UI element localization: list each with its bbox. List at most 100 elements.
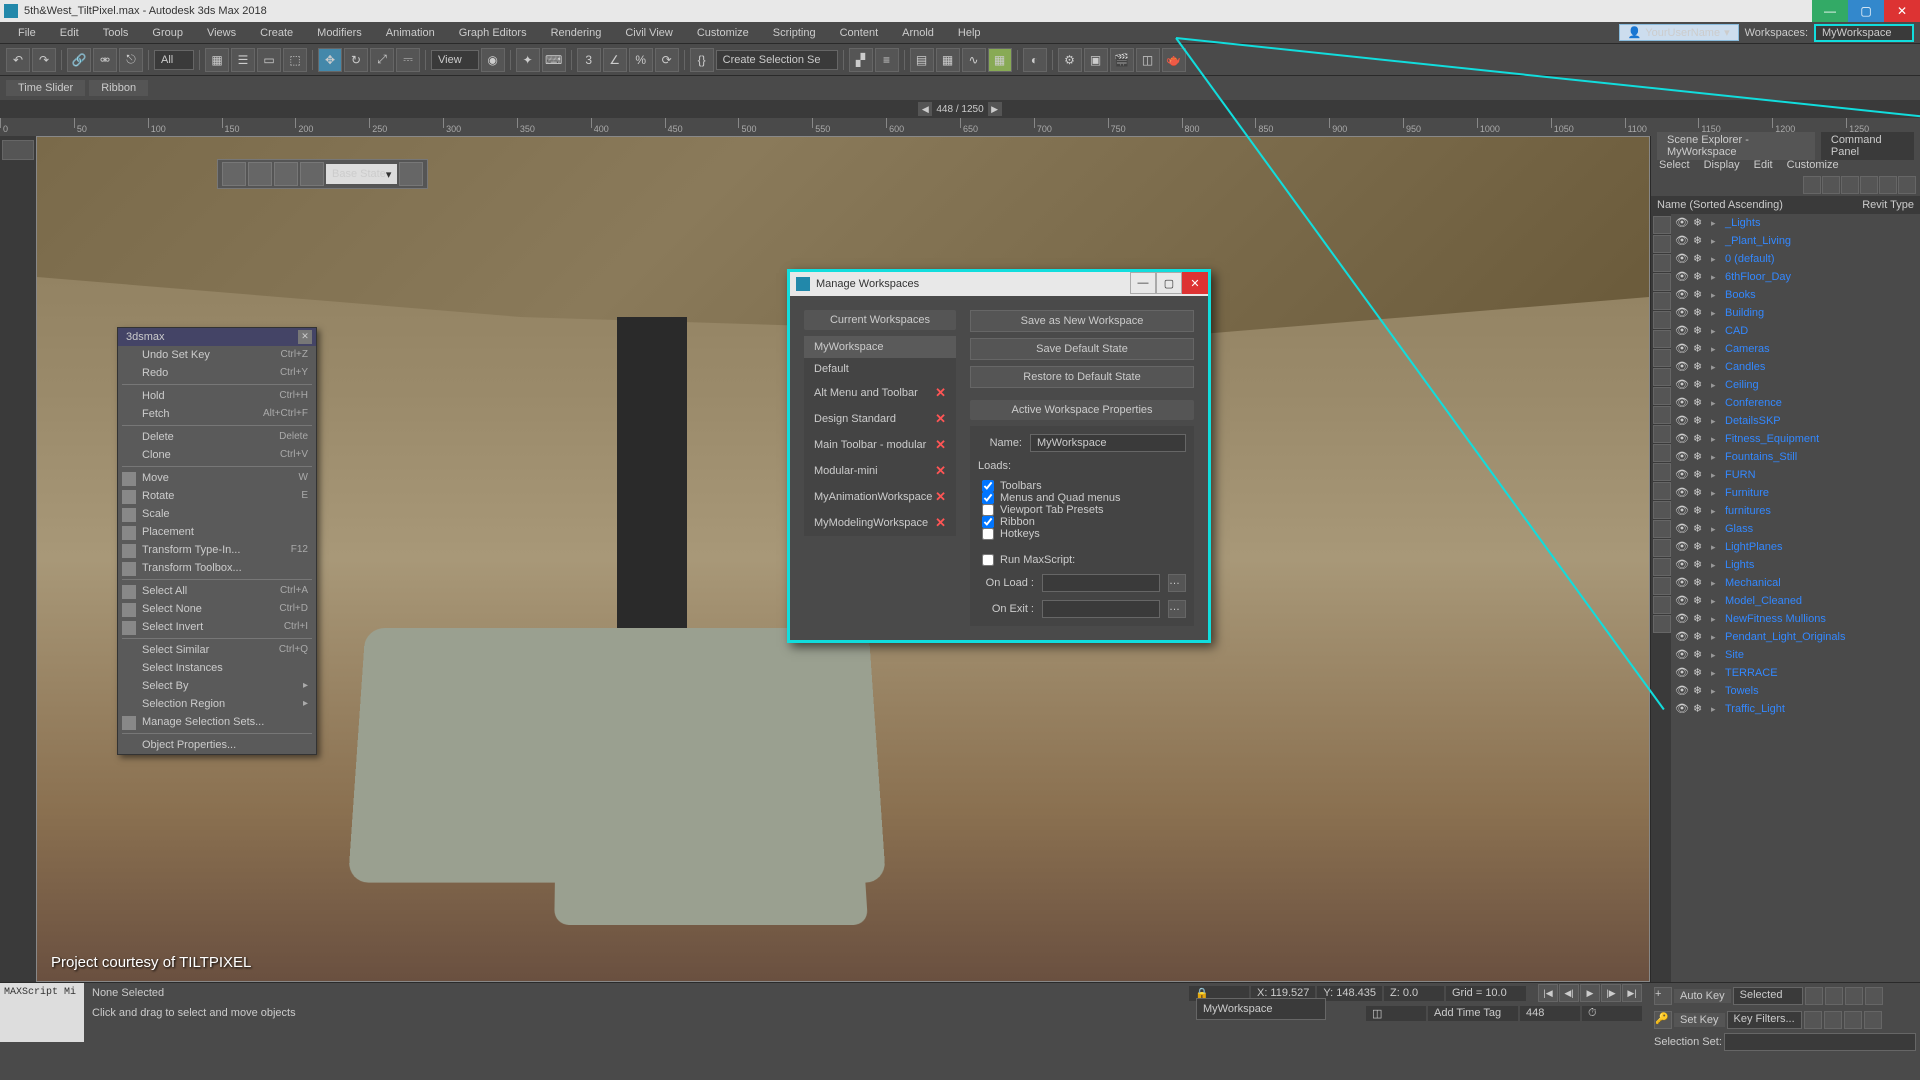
ctx-transform-type-in-[interactable]: Transform Type-In...F12: [118, 541, 316, 559]
loads-menus-and-quad-menus-checkbox[interactable]: [982, 492, 994, 504]
visibility-icon[interactable]: 👁: [1675, 450, 1689, 464]
scene-item[interactable]: 👁❄▸Glass: [1671, 520, 1920, 538]
freeze-icon[interactable]: ❄: [1693, 522, 1707, 536]
filter-none-icon[interactable]: [1653, 463, 1671, 481]
exp-btn-6[interactable]: [1898, 176, 1916, 194]
menu-animation[interactable]: Animation: [374, 22, 447, 43]
menu-create[interactable]: Create: [248, 22, 305, 43]
menu-modifiers[interactable]: Modifiers: [305, 22, 374, 43]
visibility-icon[interactable]: 👁: [1675, 288, 1689, 302]
dialog-titlebar[interactable]: Manage Workspaces — ▢ ✕: [790, 272, 1208, 296]
ctx-placement[interactable]: Placement: [118, 523, 316, 541]
scene-item[interactable]: 👁❄▸CAD: [1671, 322, 1920, 340]
ctx-select-all[interactable]: Select AllCtrl+A: [118, 582, 316, 600]
visibility-icon[interactable]: 👁: [1675, 306, 1689, 320]
selset-combo[interactable]: Create Selection Se: [716, 50, 838, 70]
freeze-icon[interactable]: ❄: [1693, 630, 1707, 644]
freeze-icon[interactable]: ❄: [1693, 540, 1707, 554]
on-load-input[interactable]: [1042, 574, 1160, 592]
expand-icon[interactable]: ▸: [1711, 272, 1721, 283]
expand-icon[interactable]: ▸: [1711, 614, 1721, 625]
scene-item[interactable]: 👁❄▸LightPlanes: [1671, 538, 1920, 556]
menu-customize[interactable]: Customize: [685, 22, 761, 43]
expand-icon[interactable]: ▸: [1711, 560, 1721, 571]
viewport[interactable]: Base State ▾ Project courtesy of TILTPIX…: [36, 136, 1650, 982]
scale-button[interactable]: ⤢: [370, 48, 394, 72]
save-default-state-button[interactable]: Save Default State: [970, 338, 1194, 360]
workspace-item[interactable]: Alt Menu and Toolbar✕: [804, 380, 956, 406]
menu-help[interactable]: Help: [946, 22, 993, 43]
move-button[interactable]: ✥: [318, 48, 342, 72]
expand-icon[interactable]: ▸: [1711, 326, 1721, 337]
key-filter-combo[interactable]: Selected: [1733, 987, 1803, 1005]
nav-2[interactable]: [1825, 987, 1843, 1005]
play-button[interactable]: ▶: [1580, 984, 1600, 1002]
freeze-icon[interactable]: ❄: [1693, 558, 1707, 572]
freeze-icon[interactable]: ❄: [1693, 396, 1707, 410]
scene-item[interactable]: 👁❄▸Books: [1671, 286, 1920, 304]
ref-coord-combo[interactable]: View: [431, 50, 479, 70]
maxscript-listener[interactable]: MAXScript Mi: [0, 983, 84, 1042]
freeze-icon[interactable]: ❄: [1693, 666, 1707, 680]
coord-y[interactable]: Y: 148.435: [1317, 986, 1382, 1001]
render-button[interactable]: 🎬: [1110, 48, 1134, 72]
placement-button[interactable]: ⎓: [396, 48, 420, 72]
scene-item[interactable]: 👁❄▸FURN: [1671, 466, 1920, 484]
visibility-icon[interactable]: 👁: [1675, 540, 1689, 554]
menu-scripting[interactable]: Scripting: [761, 22, 828, 43]
filter-frozen-icon[interactable]: [1653, 406, 1671, 424]
filter-19-icon[interactable]: [1653, 577, 1671, 595]
ctx-scale[interactable]: Scale: [118, 505, 316, 523]
freeze-icon[interactable]: ❄: [1693, 684, 1707, 698]
ctx-transform-toolbox-[interactable]: Transform Toolbox...: [118, 559, 316, 577]
scene-item[interactable]: 👁❄▸Mechanical: [1671, 574, 1920, 592]
freeze-icon[interactable]: ❄: [1693, 306, 1707, 320]
toggle-ribbon-button[interactable]: ▦: [936, 48, 960, 72]
visibility-icon[interactable]: 👁: [1675, 378, 1689, 392]
visibility-icon[interactable]: 👁: [1675, 522, 1689, 536]
filter-groups-icon[interactable]: [1653, 330, 1671, 348]
expand-icon[interactable]: ▸: [1711, 434, 1721, 445]
filter-xrefs-icon[interactable]: [1653, 349, 1671, 367]
window-crossing-button[interactable]: ⬚: [283, 48, 307, 72]
freeze-icon[interactable]: ❄: [1693, 216, 1707, 230]
scene-item[interactable]: 👁❄▸Pendant_Light_Originals: [1671, 628, 1920, 646]
scene-item[interactable]: 👁❄▸0 (default): [1671, 250, 1920, 268]
expand-icon[interactable]: ▸: [1711, 380, 1721, 391]
scene-item[interactable]: 👁❄▸Lights: [1671, 556, 1920, 574]
explorer-edit[interactable]: Edit: [1754, 159, 1773, 171]
workspace-item[interactable]: Main Toolbar - modular✕: [804, 432, 956, 458]
maximize-button[interactable]: ▢: [1848, 0, 1884, 22]
exp-btn-2[interactable]: [1822, 176, 1840, 194]
spinner-snap-button[interactable]: ⟳: [655, 48, 679, 72]
nav-1[interactable]: [1805, 987, 1823, 1005]
freeze-icon[interactable]: ❄: [1693, 252, 1707, 266]
explorer-display[interactable]: Display: [1704, 159, 1740, 171]
expand-icon[interactable]: ▸: [1711, 236, 1721, 247]
workspace-item[interactable]: MyWorkspace: [804, 336, 956, 358]
scene-item[interactable]: 👁❄▸Model_Cleaned: [1671, 592, 1920, 610]
explorer-select[interactable]: Select: [1659, 159, 1690, 171]
freeze-icon[interactable]: ❄: [1693, 432, 1707, 446]
menu-arnold[interactable]: Arnold: [890, 22, 946, 43]
loads-ribbon-checkbox[interactable]: [982, 516, 994, 528]
visibility-icon[interactable]: 👁: [1675, 396, 1689, 410]
keyboard-shortcut-button[interactable]: ⌨: [542, 48, 566, 72]
freeze-icon[interactable]: ❄: [1693, 468, 1707, 482]
workspace-name-input[interactable]: [1030, 434, 1186, 452]
visibility-icon[interactable]: 👁: [1675, 486, 1689, 500]
scene-item[interactable]: 👁❄▸Site: [1671, 646, 1920, 664]
scene-item[interactable]: 👁❄▸Conference: [1671, 394, 1920, 412]
isolate-button[interactable]: ◫: [1366, 1006, 1426, 1021]
expand-icon[interactable]: ▸: [1711, 650, 1721, 661]
percent-snap-button[interactable]: %: [629, 48, 653, 72]
visibility-icon[interactable]: 👁: [1675, 594, 1689, 608]
ctx-select-invert[interactable]: Select InvertCtrl+I: [118, 618, 316, 636]
filter-17-icon[interactable]: [1653, 539, 1671, 557]
layer-button[interactable]: ▤: [910, 48, 934, 72]
snap-button[interactable]: 3: [577, 48, 601, 72]
freeze-icon[interactable]: ❄: [1693, 324, 1707, 338]
render-frame-button[interactable]: ▣: [1084, 48, 1108, 72]
minimize-button[interactable]: —: [1812, 0, 1848, 22]
undo-button[interactable]: ↶: [6, 48, 30, 72]
